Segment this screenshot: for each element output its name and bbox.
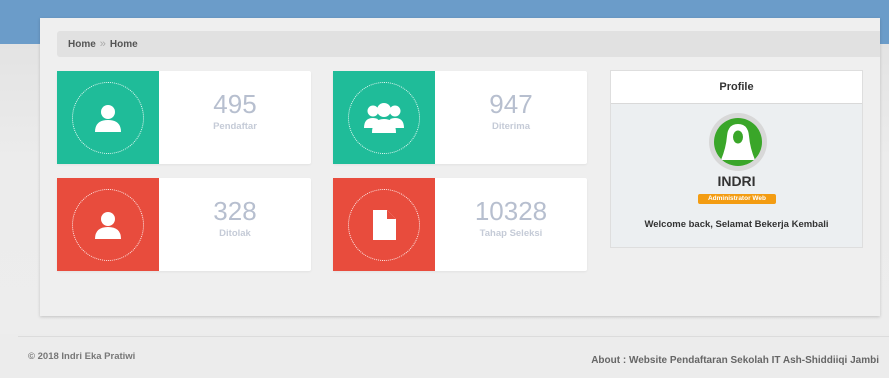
stat-icon-box [333,178,435,271]
icon-ring [72,188,144,261]
stat-label: Pendaftar [213,121,257,132]
profile-body: INDRI Administrator Web Welcome back, Se… [611,104,862,247]
stat-icon-box [333,71,435,164]
breadcrumb-current: Home [109,38,138,50]
avatar-image [714,118,762,166]
file-icon [373,209,396,240]
icon-ring [348,188,420,261]
profile-name: INDRI [717,173,756,189]
icon-ring [348,81,420,154]
breadcrumb-separator: » [99,38,106,50]
stat-label: Ditolak [219,228,251,239]
footer-about: About : Website Pendaftaran Sekolah IT A… [591,355,879,366]
footer-copyright: © 2018 Indri Eka Pratiwi [28,351,136,362]
hijab-woman-avatar-icon [721,124,755,160]
stat-label: Tahap Seleksi [479,228,543,239]
role-badge: Administrator Web [698,194,776,204]
avatar[interactable] [709,113,767,171]
breadcrumb: Home » Home [57,31,880,57]
stat-value: 495 [213,89,257,119]
stat-value: 947 [489,89,533,119]
stat-icon-box [57,71,159,164]
content-panel: Home » Home 495 Pendaftar 947 Diterima 3… [40,18,880,316]
stat-card-ditolak[interactable]: 328 Ditolak [57,178,311,271]
user-icon [95,104,121,132]
stat-value: 10328 [474,196,548,226]
stat-card-pendaftar[interactable]: 495 Pendaftar [57,71,311,164]
footer-divider [18,336,889,337]
profile-title: Profile [611,71,862,104]
stat-icon-box [57,178,159,271]
icon-ring [72,81,144,154]
stat-card-diterima[interactable]: 947 Diterima [333,71,587,164]
stat-value: 328 [213,196,257,226]
user-icon [95,211,121,239]
welcome-message: Welcome back, Selamat Bekerja Kembali [644,219,829,230]
profile-card: Profile INDRI Administrator Web Welcome … [610,70,863,248]
stat-label: Diterima [491,121,530,132]
breadcrumb-home-link[interactable]: Home [68,39,96,50]
stat-card-tahap-seleksi[interactable]: 10328 Tahap Seleksi [333,178,587,271]
users-group-icon [364,102,404,133]
